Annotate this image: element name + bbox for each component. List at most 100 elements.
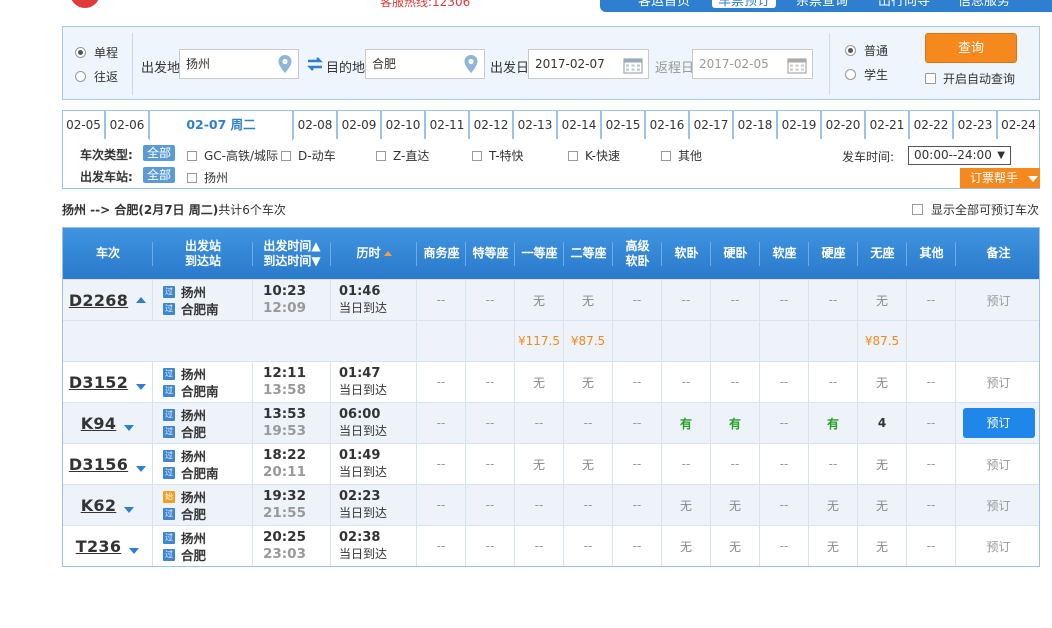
type-gc-checkbox[interactable]: GC-高铁/城际	[187, 147, 278, 164]
date-tab[interactable]: 02-11	[425, 110, 469, 139]
seat-cell[interactable]: 4	[858, 403, 907, 443]
nav-home[interactable]: 客运首页	[638, 0, 690, 8]
seat-availability: 有	[826, 416, 839, 431]
trip-return-radio[interactable]: 往返	[75, 68, 118, 85]
train-number[interactable]: T236	[76, 537, 122, 556]
date-tab[interactable]: 02-21	[865, 110, 909, 139]
depart-time: 19:32	[263, 488, 306, 504]
train-number[interactable]: D3152	[69, 373, 128, 392]
checkbox-box	[187, 150, 197, 161]
return-date-input[interactable]: 2017-02-05	[692, 49, 813, 79]
date-tab[interactable]: 02-09	[337, 110, 381, 139]
collapse-up-icon[interactable]	[136, 297, 147, 303]
remark-cell[interactable]: 预订	[956, 403, 1041, 443]
date-tab[interactable]: 02-23	[953, 110, 997, 139]
date-tab[interactable]: 02-05	[62, 110, 105, 139]
seat-availability: --	[485, 416, 495, 430]
type-t-checkbox[interactable]: T-特快	[472, 147, 524, 164]
station-all-button[interactable]: 全部	[143, 167, 175, 183]
seat-cell[interactable]: 有	[662, 403, 711, 443]
to-input[interactable]: 合肥	[365, 49, 485, 79]
seat-cell[interactable]: 有	[809, 403, 858, 443]
type-d-checkbox[interactable]: D-动车	[281, 147, 336, 164]
train-number[interactable]: D3156	[69, 455, 128, 474]
col-duration[interactable]: 历时	[331, 228, 417, 279]
seat-cell: --	[613, 444, 662, 484]
date-tab[interactable]: 02-15	[601, 110, 645, 139]
date-tab[interactable]: 02-10	[381, 110, 425, 139]
seat-cell[interactable]: 有	[711, 403, 760, 443]
seat-availability: 无	[826, 539, 839, 554]
type-all-button[interactable]: 全部	[143, 145, 175, 161]
expand-down-icon[interactable]	[129, 548, 140, 554]
date-tab[interactable]: 02-14	[557, 110, 601, 139]
seat-cell: --	[907, 444, 956, 484]
train-number-cell[interactable]: K94	[63, 403, 153, 443]
table-row: K94 过扬州过合肥 13:53 19:53 06:00 当日到达 -- -- -- -- -- 有 有…	[63, 402, 1039, 443]
date-tab[interactable]: 02-24	[997, 110, 1040, 139]
depart-date-input[interactable]: 2017-02-07	[528, 49, 649, 79]
train-number-cell[interactable]: D2268	[63, 280, 153, 320]
trip-oneway-radio[interactable]: 单程	[75, 44, 118, 61]
swap-icon[interactable]	[306, 56, 324, 72]
seat-cell: 无	[809, 485, 858, 525]
show-all-checkbox[interactable]: 显示全部可预订车次	[912, 201, 1039, 218]
nav-booking[interactable]: 车票预订	[712, 0, 777, 8]
col-times[interactable]: 出发时间▲ 到达时间▼	[253, 228, 331, 279]
station-yangzhou-checkbox[interactable]: 扬州	[187, 169, 228, 186]
date-tab[interactable]: 02-13	[513, 110, 557, 139]
depart-label: 出发日	[490, 61, 530, 76]
expand-down-icon[interactable]	[124, 425, 135, 431]
date-tab[interactable]: 02-08	[293, 110, 337, 139]
train-number-cell[interactable]: T236	[63, 526, 153, 566]
expand-down-icon[interactable]	[136, 384, 147, 390]
duration-value: 01:49	[339, 448, 381, 463]
seat-cell: --	[564, 403, 613, 443]
return-label: 返程日	[655, 61, 695, 76]
expand-down-icon[interactable]	[136, 466, 147, 472]
seat-availability: --	[534, 498, 544, 512]
train-number-cell[interactable]: K62	[63, 485, 153, 525]
train-number[interactable]: K62	[81, 496, 117, 515]
train-number-cell[interactable]: D3152	[63, 362, 153, 402]
seat-availability: --	[436, 293, 446, 307]
query-button[interactable]: 查询	[925, 33, 1017, 63]
type-z-checkbox[interactable]: Z-直达	[376, 147, 429, 164]
seat-cell: --	[907, 526, 956, 566]
date-tab[interactable]: 02-18	[733, 110, 777, 139]
booking-helper-button[interactable]: 订票帮手	[960, 168, 1040, 188]
date-tab-active[interactable]: 02-07 周二	[149, 110, 293, 140]
duration-value: 01:47	[339, 366, 381, 381]
remark-cell: 预订	[956, 485, 1041, 525]
expand-down-icon[interactable]	[124, 507, 135, 513]
nav-guide[interactable]: 出行向导	[878, 0, 930, 8]
train-number-cell[interactable]: D3156	[63, 444, 153, 484]
price-cell	[907, 321, 956, 361]
book-button[interactable]: 预订	[962, 408, 1035, 438]
depart-time-select[interactable]: 00:00--24:00 ▼	[908, 146, 1011, 165]
date-tab[interactable]: 02-16	[645, 110, 689, 139]
date-tab[interactable]: 02-12	[469, 110, 513, 139]
from-input[interactable]: 扬州	[179, 49, 299, 79]
seat-availability: --	[534, 539, 544, 553]
train-number[interactable]: D2268	[69, 291, 128, 310]
type-other-checkbox[interactable]: 其他	[661, 147, 702, 164]
type-k-checkbox[interactable]: K-快速	[568, 147, 620, 164]
seat-availability: 无	[826, 498, 839, 513]
ticket-normal-radio[interactable]: 普通	[845, 42, 888, 59]
date-tab[interactable]: 02-22	[909, 110, 953, 139]
date-tab[interactable]: 02-19	[777, 110, 821, 139]
seat-availability: --	[730, 457, 740, 471]
nav-info[interactable]: 信息服务	[958, 0, 1010, 8]
train-number[interactable]: K94	[81, 414, 117, 433]
seat-availability: --	[436, 457, 446, 471]
auto-query-checkbox[interactable]: 开启自动查询	[925, 70, 1015, 87]
date-tab[interactable]: 02-20	[821, 110, 865, 139]
pass-badge-icon: 过	[163, 425, 175, 438]
date-tab[interactable]: 02-17	[689, 110, 733, 139]
seat-cell: --	[662, 444, 711, 484]
date-tab[interactable]: 02-06	[105, 110, 149, 139]
nav-tickets[interactable]: 余票查询	[796, 0, 848, 8]
col-train[interactable]: 车次	[63, 228, 153, 279]
ticket-student-radio[interactable]: 学生	[845, 66, 888, 83]
